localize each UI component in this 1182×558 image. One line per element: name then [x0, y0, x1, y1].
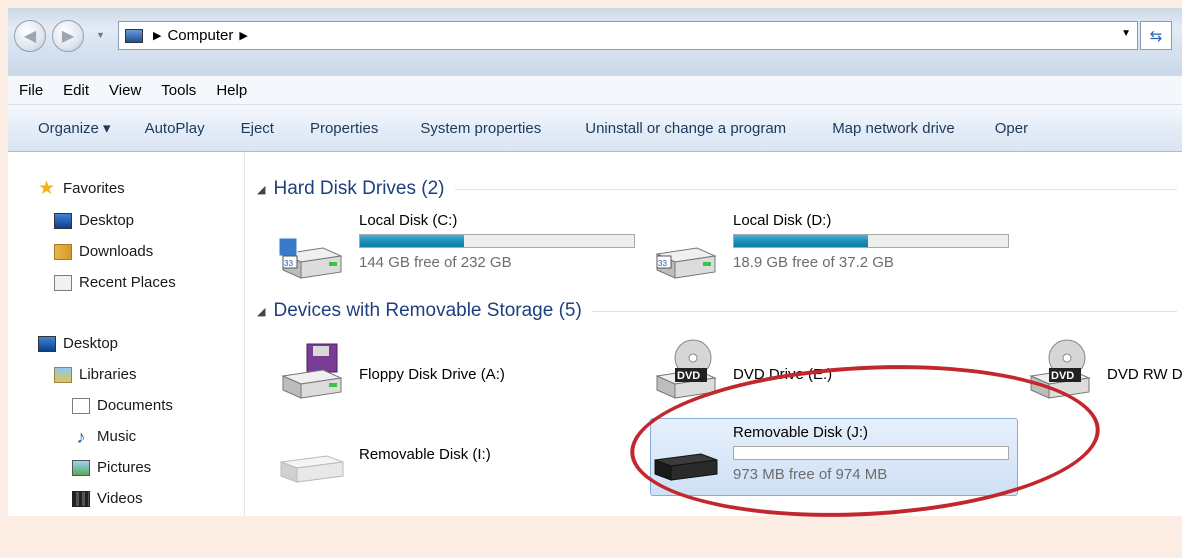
menu-edit[interactable]: Edit	[53, 82, 99, 99]
drive-dvd-rw-label: DVD RW D	[1107, 366, 1182, 383]
drive-a[interactable]: Floppy Disk Drive (A:)	[275, 342, 605, 404]
dvd-badge: DVD	[677, 370, 701, 382]
menu-file[interactable]: File	[8, 82, 53, 99]
command-bar: Organize ▾ AutoPlay Eject Properties Sys…	[8, 105, 1182, 152]
sidebar-favorites[interactable]: ★ Favorites	[38, 177, 125, 199]
dvd-badge: DVD	[1051, 370, 1075, 382]
hard-drive-icon: 33	[278, 237, 343, 279]
uninstall-button[interactable]: Uninstall or change a program	[585, 120, 786, 137]
back-button[interactable]: ◀	[14, 20, 46, 52]
sidebar-item-recent-places[interactable]: Recent Places	[54, 274, 176, 291]
breadcrumb-arrow-icon[interactable]: ▶	[153, 29, 161, 42]
music-icon: ♪	[76, 426, 86, 447]
drive-a-label: Floppy Disk Drive (A:)	[359, 366, 505, 383]
sidebar-item-pictures[interactable]: Pictures	[72, 459, 151, 476]
address-dropdown-icon[interactable]: ▼	[1121, 28, 1131, 39]
libraries-icon	[54, 366, 72, 383]
drive-i[interactable]: Removable Disk (I:)	[275, 436, 605, 492]
system-properties-button[interactable]: System properties	[420, 120, 541, 137]
eject-button[interactable]: Eject	[241, 120, 274, 137]
svg-text:33: 33	[284, 259, 293, 268]
videos-icon	[72, 490, 90, 507]
floppy-drive-icon	[281, 343, 343, 399]
sidebar-desktop[interactable]: Desktop	[38, 335, 118, 352]
downloads-folder-icon	[54, 243, 72, 260]
pictures-icon	[72, 459, 90, 476]
menu-tools[interactable]: Tools	[151, 82, 206, 99]
menu-help[interactable]: Help	[206, 82, 257, 99]
desktop-icon	[54, 212, 72, 229]
drive-d[interactable]: 33 Local Disk (D:) 18.9 GB free of 37.2 …	[649, 212, 1009, 282]
organize-button[interactable]: Organize ▾	[38, 119, 111, 137]
forward-button[interactable]: ▶	[52, 20, 84, 52]
divider	[591, 310, 1177, 312]
documents-icon	[72, 397, 90, 414]
navigation-pane: ★ Favorites Desktop Downloads Recent Pla…	[8, 152, 245, 516]
map-network-drive-button[interactable]: Map network drive	[832, 120, 955, 137]
hard-drive-icon: 33	[655, 247, 717, 279]
svg-text:33: 33	[658, 259, 667, 268]
drive-d-label: Local Disk (D:)	[733, 212, 832, 229]
drive-c-free-space: 144 GB free of 232 GB	[359, 254, 512, 271]
group-hard-disk-drives[interactable]: ◢ Hard Disk Drives (2)	[257, 178, 1177, 200]
collapse-triangle-icon[interactable]: ◢	[257, 305, 265, 318]
menu-bar: File Edit View Tools Help	[8, 76, 1182, 105]
drive-i-label: Removable Disk (I:)	[359, 446, 491, 463]
sidebar-item-desktop[interactable]: Desktop	[54, 212, 134, 229]
sidebar-item-videos[interactable]: Videos	[72, 490, 143, 507]
sidebar-item-documents[interactable]: Documents	[72, 397, 173, 414]
drive-d-usage-bar	[733, 234, 1009, 248]
sidebar-item-music[interactable]: ♪ Music	[72, 426, 137, 447]
sidebar-item-downloads[interactable]: Downloads	[54, 243, 153, 260]
breadcrumb-arrow-icon[interactable]: ▶	[239, 29, 247, 42]
breadcrumb-computer[interactable]: Computer	[167, 27, 233, 44]
drive-d-free-space: 18.9 GB free of 37.2 GB	[733, 254, 894, 271]
open-button[interactable]: Oper	[995, 120, 1028, 137]
menu-view[interactable]: View	[99, 82, 151, 99]
star-icon: ★	[38, 177, 56, 199]
drive-c-label: Local Disk (C:)	[359, 212, 458, 229]
computer-icon	[125, 28, 143, 43]
autoplay-button[interactable]: AutoPlay	[145, 120, 205, 137]
properties-button[interactable]: Properties	[310, 120, 378, 137]
refresh-icon[interactable]: ⇆	[1140, 21, 1172, 50]
address-bar[interactable]: ▶ Computer ▶ ▼	[118, 21, 1138, 50]
removable-disk-icon	[280, 455, 344, 483]
recent-places-icon	[54, 274, 72, 291]
sidebar-libraries[interactable]: Libraries	[54, 366, 137, 383]
history-dropdown-icon[interactable]: ▼	[96, 30, 105, 40]
group-removable-storage[interactable]: ◢ Devices with Removable Storage (5)	[257, 300, 1177, 322]
collapse-triangle-icon[interactable]: ◢	[257, 183, 265, 196]
drive-c-usage-bar	[359, 234, 635, 248]
title-bar: ◀ ▶ ▼ ▶ Computer ▶ ▼ ⇆	[8, 8, 1182, 76]
drive-c[interactable]: 33 Local Disk (C:) 144 GB free of 232 GB	[275, 212, 635, 282]
divider	[454, 188, 1177, 190]
desktop-icon	[38, 335, 56, 352]
